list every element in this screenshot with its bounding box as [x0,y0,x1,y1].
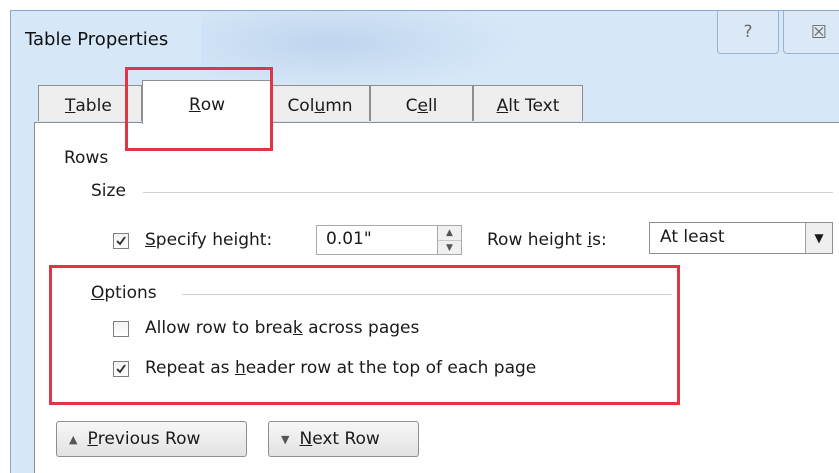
repeat-header-rest: eader row at the top of each page [245,358,537,378]
close-button[interactable]: ☒ [783,11,839,54]
specify-height-label[interactable]: Specify height: [145,230,272,250]
next-row-label: ext Row [312,429,380,449]
options-heading: Options [91,283,157,303]
help-button[interactable]: ? [717,11,779,54]
options-text: ptions [104,283,157,303]
tab-row-accel: R [188,94,201,115]
options-accel: O [91,283,105,303]
previous-row-button[interactable]: ▲ Previous Row [56,421,247,457]
background-document [0,0,839,10]
triangle-down-icon: ▼ [281,432,290,446]
allow-break-accel: k [292,318,303,338]
tab-alt-label: lt Text [508,95,560,116]
allow-break-pre: Allow row to brea [145,318,293,338]
height-spinner[interactable]: ▲ ▼ [438,225,462,255]
tab-table[interactable]: Table [38,85,142,121]
tab-row[interactable]: Row [142,80,272,124]
repeat-header-label[interactable]: Repeat as header row at the top of each … [145,358,536,378]
tab-column-label: mn [325,95,353,116]
row-height-is-pre: Row height [487,230,588,250]
row-height-mode-value: At least [660,227,725,247]
size-heading: Size [91,181,126,201]
next-row-button[interactable]: ▼ Next Row [268,421,419,457]
tab-cell-label: ll [427,95,438,116]
tab-alt-accel: A [496,95,509,116]
tab-column-pre: Col [287,95,315,116]
previous-row-accel: P [87,429,98,449]
tab-alt-text[interactable]: Alt Text [473,85,583,121]
rows-heading: Rows [64,148,109,168]
close-icon: ☒ [810,21,828,43]
tab-cell-accel: e [417,95,428,116]
previous-row-label: revious Row [97,429,201,449]
row-height-is-label: Row height is: [487,230,607,250]
background-blur [201,11,521,91]
row-height-is-rest: s: [592,230,607,250]
allow-break-rest: across pages [302,318,420,338]
repeat-header-pre: Repeat as [145,358,235,378]
spin-up-icon[interactable]: ▲ [438,226,461,241]
specify-height-text: pecify height: [155,230,273,250]
height-input[interactable]: 0.01" [316,225,438,255]
specify-height-accel: S [145,230,156,250]
row-height-mode-select[interactable]: At least ▼ [649,222,833,254]
tab-column[interactable]: Col u mn [270,85,370,121]
tab-row-label: ow [200,94,226,115]
dialog-title: Table Properties [25,29,169,50]
repeat-header-checkbox[interactable] [113,361,129,377]
question-mark-icon: ? [743,22,753,42]
allow-break-checkbox[interactable] [113,321,129,337]
repeat-header-accel: h [234,358,246,378]
checkmark-icon [116,236,126,246]
tab-table-accel: T [65,95,76,116]
specify-height-checkbox[interactable] [113,233,129,249]
tab-table-label: able [75,95,112,116]
tab-column-accel: u [314,95,326,116]
tab-cell[interactable]: Ce ll [370,85,473,121]
checkmark-icon [116,364,126,374]
options-divider [182,294,672,295]
next-row-accel: N [299,429,313,449]
spin-down-icon[interactable]: ▼ [438,241,461,255]
tab-cell-pre: C [405,95,418,116]
triangle-up-icon: ▲ [69,432,78,446]
chevron-down-icon[interactable]: ▼ [805,223,832,253]
allow-break-label[interactable]: Allow row to break across pages [145,318,419,338]
size-divider [143,192,833,193]
